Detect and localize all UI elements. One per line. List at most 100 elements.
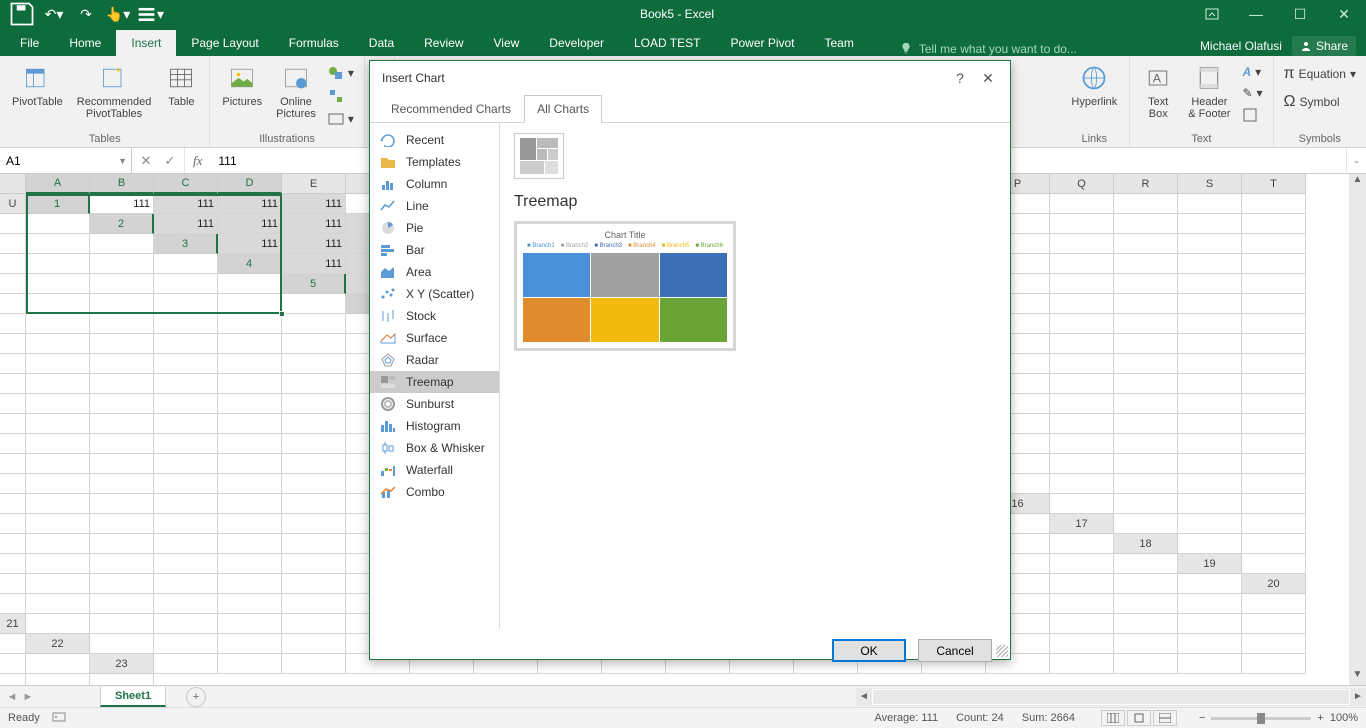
cell[interactable] — [0, 314, 26, 334]
cell[interactable] — [1242, 454, 1306, 474]
zoom-slider[interactable] — [1211, 717, 1311, 720]
cell[interactable] — [218, 434, 282, 454]
cell[interactable] — [282, 534, 346, 554]
zoom-value[interactable]: 100% — [1330, 712, 1358, 724]
column-header[interactable]: S — [1178, 174, 1242, 194]
macro-record-icon[interactable] — [52, 710, 66, 727]
cell[interactable] — [218, 374, 282, 394]
expand-formula-icon[interactable]: ⌄ — [1346, 148, 1366, 173]
cell[interactable] — [1114, 394, 1178, 414]
cell[interactable] — [0, 414, 26, 434]
cell[interactable] — [1114, 614, 1178, 634]
minimize-icon[interactable]: — — [1234, 0, 1278, 28]
cell[interactable] — [90, 514, 154, 534]
cell[interactable] — [1178, 374, 1242, 394]
cell[interactable] — [1050, 314, 1114, 334]
symbol-button[interactable]: Ω Symbol — [1280, 91, 1360, 113]
cell[interactable] — [154, 394, 218, 414]
cell[interactable] — [90, 414, 154, 434]
cell[interactable] — [26, 434, 90, 454]
cell[interactable] — [0, 394, 26, 414]
maximize-icon[interactable]: ☐ — [1278, 0, 1322, 28]
cell[interactable] — [154, 454, 218, 474]
cell[interactable] — [282, 574, 346, 594]
cell[interactable] — [1242, 514, 1306, 534]
cell[interactable] — [1114, 214, 1178, 234]
row-header[interactable]: 17 — [1050, 514, 1114, 534]
cell[interactable] — [1178, 354, 1242, 374]
cell[interactable]: 111 — [282, 214, 346, 234]
chart-type-item[interactable]: Templates — [370, 151, 499, 173]
cell[interactable] — [1114, 314, 1178, 334]
cell[interactable] — [1242, 194, 1306, 214]
cell[interactable] — [282, 394, 346, 414]
cell[interactable] — [0, 294, 26, 314]
select-all-corner[interactable] — [0, 174, 26, 194]
chart-preview[interactable]: Chart Title Branch1Branch2Branch3Branch4… — [514, 221, 736, 351]
cell[interactable] — [1114, 194, 1178, 214]
cell[interactable] — [282, 294, 346, 314]
zoom-control[interactable]: − + 100% — [1199, 712, 1358, 724]
cell[interactable] — [26, 234, 90, 254]
cell[interactable] — [26, 554, 90, 574]
cell[interactable] — [1242, 334, 1306, 354]
cell[interactable] — [90, 234, 154, 254]
cell[interactable] — [282, 414, 346, 434]
cell[interactable] — [1242, 354, 1306, 374]
cell[interactable] — [218, 534, 282, 554]
row-header[interactable]: 3 — [154, 234, 218, 254]
cell[interactable]: 111 — [218, 194, 282, 214]
cell[interactable] — [1178, 534, 1242, 554]
chart-type-item[interactable]: Radar — [370, 349, 499, 371]
cell[interactable] — [282, 614, 346, 634]
cell[interactable] — [90, 334, 154, 354]
cell[interactable] — [1242, 494, 1306, 514]
cell[interactable] — [154, 494, 218, 514]
scroll-right-icon[interactable]: ► — [1350, 691, 1366, 702]
ok-button[interactable]: OK — [832, 639, 906, 662]
cell[interactable] — [154, 554, 218, 574]
cell[interactable] — [1178, 634, 1242, 654]
scroll-down-icon[interactable]: ▼ — [1349, 669, 1366, 685]
cell[interactable] — [282, 454, 346, 474]
cell[interactable] — [1114, 474, 1178, 494]
cell[interactable] — [26, 374, 90, 394]
cell[interactable] — [1114, 434, 1178, 454]
cell[interactable] — [26, 294, 90, 314]
cell[interactable] — [1050, 594, 1114, 614]
dialog-close-icon[interactable]: ✕ — [974, 70, 1002, 87]
row-header[interactable]: 20 — [1242, 574, 1306, 594]
cell[interactable] — [90, 454, 154, 474]
tab-pagelayout[interactable]: Page Layout — [176, 30, 273, 56]
zoom-in-icon[interactable]: + — [1317, 712, 1323, 724]
cell[interactable] — [218, 334, 282, 354]
tab-insert[interactable]: Insert — [116, 30, 176, 56]
chart-type-item[interactable]: Histogram — [370, 415, 499, 437]
tab-view[interactable]: View — [479, 30, 535, 56]
cell[interactable] — [154, 634, 218, 654]
cell[interactable] — [282, 514, 346, 534]
sheet-tab[interactable]: Sheet1 — [100, 687, 166, 707]
add-sheet-button[interactable]: + — [186, 687, 206, 707]
cell[interactable] — [218, 614, 282, 634]
cell[interactable] — [218, 594, 282, 614]
cell[interactable] — [90, 434, 154, 454]
dropdown-icon[interactable]: ▼ — [118, 156, 127, 166]
cell[interactable] — [90, 674, 154, 685]
signature-button[interactable]: ✎▾ — [1238, 84, 1266, 102]
cell[interactable]: 111 — [218, 234, 282, 254]
cell[interactable] — [1050, 574, 1114, 594]
cell[interactable] — [218, 554, 282, 574]
cancel-button[interactable]: Cancel — [918, 639, 992, 662]
cell[interactable] — [1242, 394, 1306, 414]
cell[interactable] — [282, 554, 346, 574]
cell[interactable] — [0, 474, 26, 494]
cell[interactable] — [1242, 294, 1306, 314]
tab-formulas[interactable]: Formulas — [274, 30, 354, 56]
cell[interactable] — [26, 534, 90, 554]
cell[interactable] — [0, 254, 26, 274]
cell[interactable] — [154, 314, 218, 334]
cell[interactable] — [282, 354, 346, 374]
ribbon-options-icon[interactable] — [1190, 0, 1234, 28]
cell[interactable] — [0, 234, 26, 254]
